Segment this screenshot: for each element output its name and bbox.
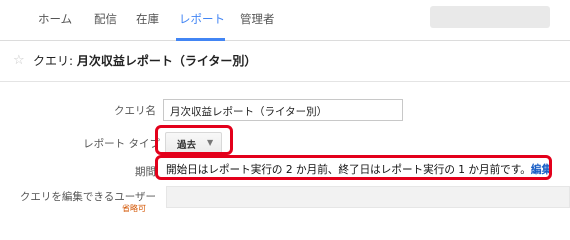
optional-badge: 省略可 [122,204,146,213]
page: ホーム 配信 在庫 レポート 管理者 ☆ クエリ: 月次収益レポート（ライター別… [0,0,570,219]
report-type-label: レポート タイプ [83,138,160,150]
period-highlight [155,155,552,180]
editors-input[interactable] [166,186,570,208]
nav-reports[interactable]: レポート [179,11,225,27]
editors-label: クエリを編集できるユーザー [19,191,156,203]
title-prefix: クエリ: [33,54,77,68]
period-label: 期間 [135,166,156,178]
title-text: 月次収益レポート（ライター別） [76,54,257,68]
active-tab-indicator [176,38,225,41]
star-icon[interactable]: ☆ [13,53,25,68]
top-navigation: ホーム 配信 在庫 レポート 管理者 [0,0,570,41]
query-name-input[interactable]: 月次収益レポート（ライター別） [163,99,403,121]
page-title: クエリ: 月次収益レポート（ライター別） [33,52,256,69]
nav-home[interactable]: ホーム [38,11,72,27]
nav-admin[interactable]: 管理者 [240,11,275,27]
report-type-highlight [155,125,233,155]
nav-delivery[interactable]: 配信 [94,11,117,27]
account-area[interactable] [430,6,550,28]
nav-inventory[interactable]: 在庫 [136,11,159,27]
query-name-label: クエリ名 [114,105,156,117]
